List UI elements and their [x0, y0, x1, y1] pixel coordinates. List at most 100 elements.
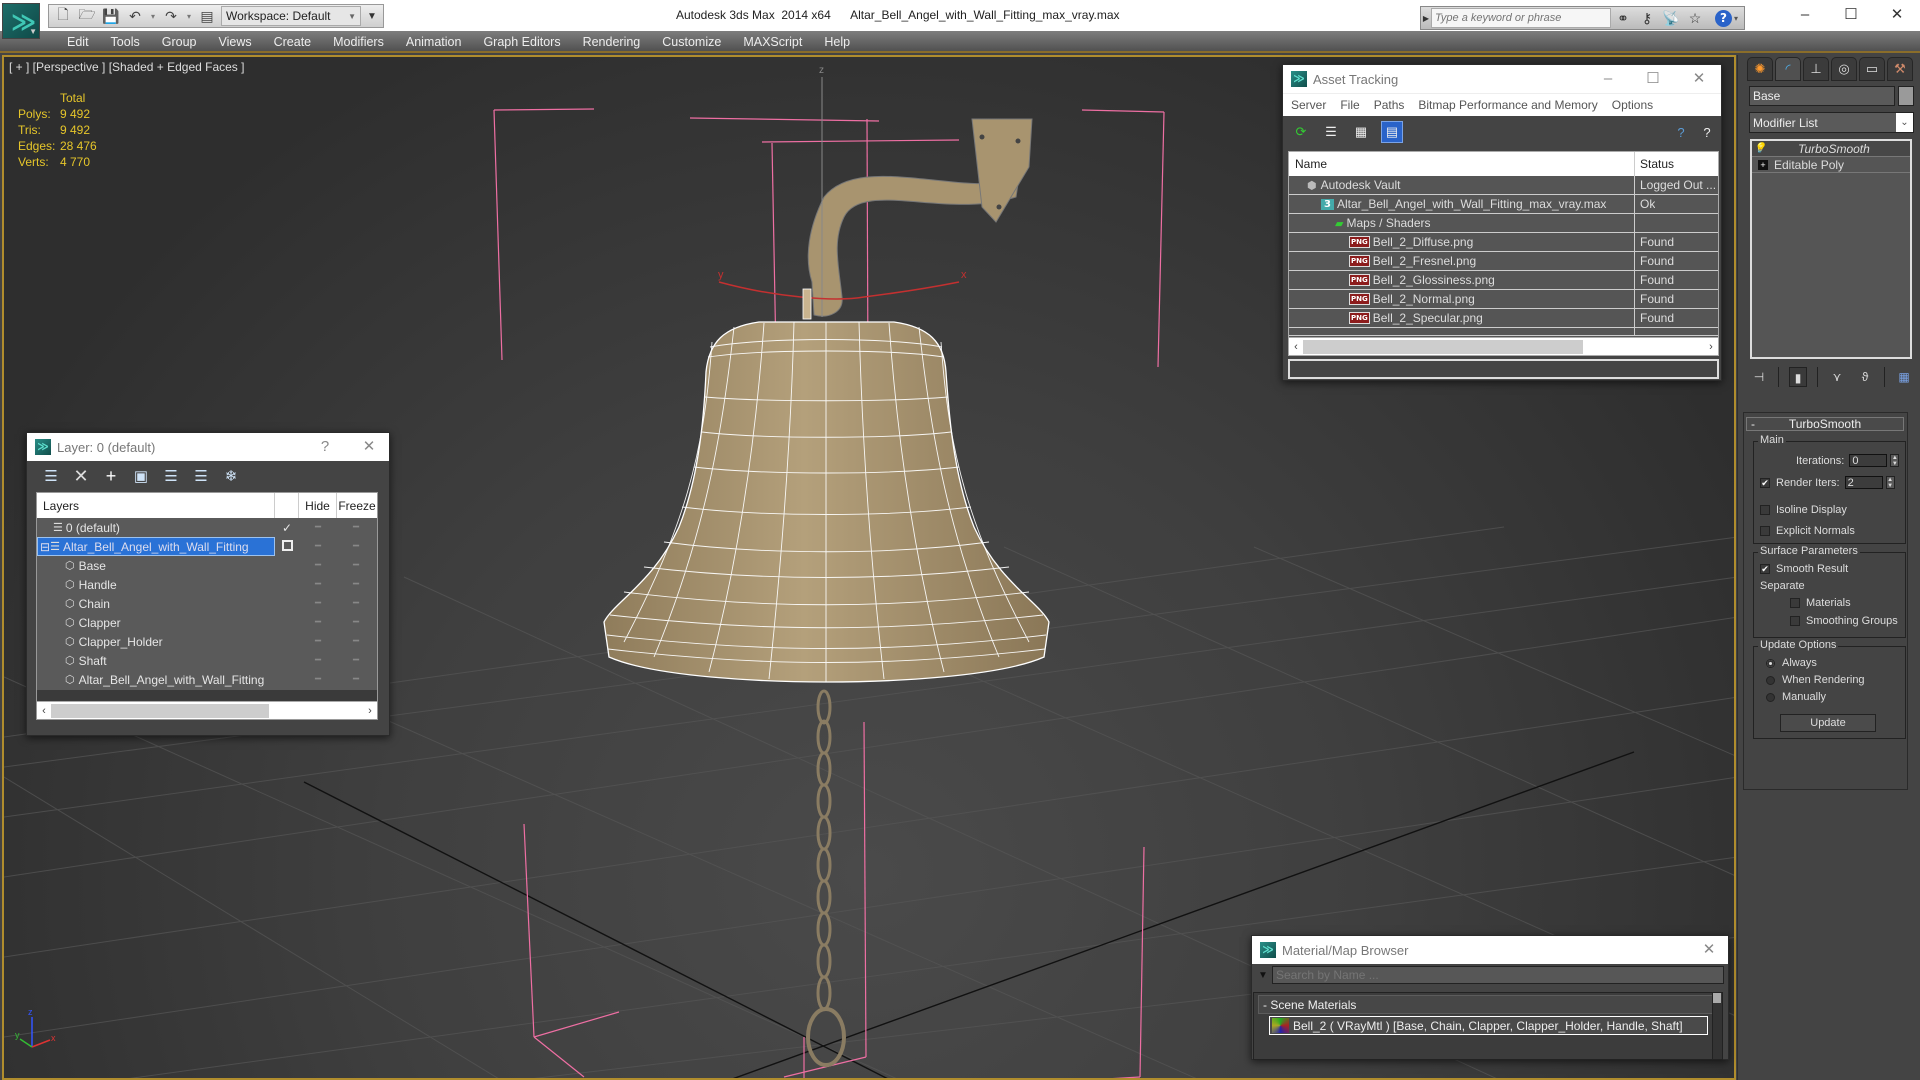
asset-menu-options[interactable]: Options: [1612, 98, 1653, 112]
asset-name-cell[interactable]: ⬢ Autodesk Vault: [1289, 176, 1635, 194]
motion-tab-icon[interactable]: ◎: [1831, 57, 1857, 81]
smooth-result-checkbox[interactable]: ✔: [1760, 564, 1770, 574]
hide-toggle[interactable]: ━: [299, 598, 337, 609]
column-status[interactable]: Status: [1635, 152, 1674, 176]
help-icon[interactable]: ?: [1715, 9, 1732, 27]
separate-materials-option[interactable]: Materials: [1790, 597, 1851, 609]
hide-unhide-all-icon[interactable]: ☰: [191, 466, 211, 486]
horizontal-scrollbar[interactable]: ‹ ›: [37, 701, 377, 719]
remove-modifier-icon[interactable]: ϑ: [1856, 367, 1874, 387]
isoline-display-option[interactable]: Isoline Display: [1760, 504, 1847, 516]
scrollbar-thumb[interactable]: [1713, 993, 1721, 1003]
iterations-input[interactable]: 0: [1849, 454, 1888, 467]
layer-name-cell[interactable]: ⬡ Altar_Bell_Angel_with_Wall_Fitting: [37, 670, 275, 689]
scroll-right-icon[interactable]: ›: [363, 705, 377, 717]
select-objects-in-layer-icon[interactable]: ▣: [131, 466, 151, 486]
set-current-box-icon[interactable]: [281, 539, 293, 551]
project-folder-icon[interactable]: ▤: [197, 6, 217, 26]
asset-name-cell[interactable]: PNG Bell_2_Normal.png: [1289, 290, 1635, 308]
render-iters-input[interactable]: 2: [1844, 476, 1883, 489]
minimize-button[interactable]: –: [1782, 2, 1828, 28]
menu-customize[interactable]: Customize: [651, 35, 732, 49]
highlight-selected-layer-icon[interactable]: ☰: [161, 466, 181, 486]
create-layer-icon[interactable]: ☰: [41, 466, 61, 486]
close-button[interactable]: ✕: [349, 433, 389, 461]
update-button[interactable]: Update: [1780, 714, 1876, 732]
binoculars-icon[interactable]: ⚭: [1611, 10, 1635, 27]
asset-name-cell[interactable]: 3 Altar_Bell_Angel_with_Wall_Fitting_max_…: [1289, 195, 1635, 213]
hide-toggle[interactable]: ━: [299, 560, 337, 571]
freeze-toggle[interactable]: ━: [337, 541, 375, 552]
layer-name-cell[interactable]: ⬡ Base: [37, 556, 275, 575]
asset-row[interactable]: PNG Bell_2_Specular.png Found: [1289, 309, 1718, 328]
freeze-toggle[interactable]: ━: [337, 655, 375, 666]
workspace-dropdown[interactable]: Workspace: Default ▼: [221, 6, 361, 26]
hide-toggle[interactable]: ━: [299, 674, 337, 685]
save-file-icon[interactable]: 💾: [101, 6, 121, 26]
freeze-toggle[interactable]: ━: [337, 522, 375, 533]
menu-maxscript[interactable]: MAXScript: [732, 35, 813, 49]
close-button[interactable]: ✕: [1679, 65, 1719, 93]
column-freeze[interactable]: Freeze: [337, 493, 377, 518]
menu-animation[interactable]: Animation: [395, 35, 473, 49]
application-menu-button[interactable]: ≫ ▼: [2, 3, 40, 39]
update-option-manually[interactable]: Manually: [1766, 691, 1826, 703]
display-tab-icon[interactable]: ▭: [1859, 57, 1885, 81]
hierarchy-tab-icon[interactable]: ⊥: [1803, 57, 1829, 81]
asset-menu-bitmap-performance-and-memory[interactable]: Bitmap Performance and Memory: [1418, 98, 1597, 112]
asset-menu-server[interactable]: Server: [1291, 98, 1326, 112]
minimize-button[interactable]: –: [1588, 65, 1628, 93]
asset-menu-file[interactable]: File: [1340, 98, 1359, 112]
modifier-list-dropdown[interactable]: Modifier List ⌄: [1749, 112, 1914, 133]
layer-name-cell[interactable]: ☰ 0 (default): [37, 518, 275, 537]
make-unique-icon[interactable]: ⋎: [1828, 367, 1846, 387]
explicit-normals-option[interactable]: Explicit Normals: [1760, 525, 1855, 537]
iterations-spinner[interactable]: ▲ ▼: [1890, 454, 1900, 467]
scroll-left-icon[interactable]: ‹: [1289, 341, 1303, 353]
new-file-icon[interactable]: 🗋: [53, 6, 73, 26]
help-button[interactable]: ?: [305, 433, 345, 461]
layer-name-cell[interactable]: ⬡ Clapper_Holder: [37, 632, 275, 651]
open-file-icon[interactable]: 🗁: [77, 6, 97, 26]
layer-name-cell[interactable]: ⬡ Shaft: [37, 651, 275, 670]
materials-checkbox[interactable]: [1790, 598, 1800, 608]
star-icon[interactable]: ☆: [1683, 10, 1707, 27]
column-layers[interactable]: Layers: [37, 493, 275, 518]
smoothing-groups-checkbox[interactable]: [1790, 616, 1800, 626]
hide-toggle[interactable]: ━: [299, 655, 337, 666]
asset-row[interactable]: PNG Bell_2_Normal.png Found: [1289, 290, 1718, 309]
asset-path-field[interactable]: [1288, 359, 1719, 379]
delete-layer-icon[interactable]: ✕: [71, 466, 91, 486]
refresh-icon[interactable]: ⟳: [1291, 122, 1311, 142]
hide-toggle[interactable]: ━: [299, 617, 337, 628]
asset-row[interactable]: PNG Bell_2_Fresnel.png Found: [1289, 252, 1718, 271]
expand-arrow-icon[interactable]: ▶: [1421, 14, 1431, 23]
satellite-icon[interactable]: 📡: [1659, 10, 1683, 27]
scrollbar-thumb[interactable]: [1303, 339, 1583, 354]
object-color-swatch[interactable]: [1898, 86, 1914, 106]
keyword-search-input[interactable]: [1431, 8, 1611, 28]
add-to-layer-icon[interactable]: +: [101, 466, 121, 486]
scroll-left-icon[interactable]: ‹: [37, 705, 51, 717]
separate-smoothing-groups-option[interactable]: Smoothing Groups: [1790, 615, 1898, 627]
expand-icon[interactable]: +: [1758, 159, 1768, 170]
asset-row[interactable]: PNG Bell_2_Glossiness.png Found: [1289, 271, 1718, 290]
maximize-button[interactable]: ☐: [1633, 65, 1673, 93]
customize-toolbar-icon[interactable]: ▼: [365, 6, 379, 26]
menu-create[interactable]: Create: [263, 35, 323, 49]
layer-row[interactable]: ⬡ Base ━ ━: [37, 556, 377, 575]
layer-row[interactable]: ⬡ Chain ━ ━: [37, 594, 377, 613]
menu-edit[interactable]: Edit: [56, 35, 100, 49]
freeze-toggle[interactable]: ━: [337, 674, 375, 685]
hide-toggle[interactable]: ━: [299, 541, 337, 552]
vault-help-icon[interactable]: ?: [1671, 122, 1691, 142]
current-layer-indicator[interactable]: ✓: [275, 521, 299, 535]
freeze-toggle[interactable]: ━: [337, 560, 375, 571]
dialog-title-bar[interactable]: ≫ Layer: 0 (default) ? ✕: [27, 433, 389, 461]
hide-toggle[interactable]: ━: [299, 522, 337, 533]
asset-name-cell[interactable]: PNG Bell_2_Diffuse.png: [1289, 233, 1635, 251]
maximize-button[interactable]: ☐: [1828, 2, 1874, 28]
hide-toggle[interactable]: ━: [299, 636, 337, 647]
asset-name-cell[interactable]: PNG Bell_2_Specular.png: [1289, 309, 1635, 327]
layer-row[interactable]: ⊟ ☰ Altar_Bell_Angel_with_Wall_Fitting ━ ━: [37, 537, 377, 556]
